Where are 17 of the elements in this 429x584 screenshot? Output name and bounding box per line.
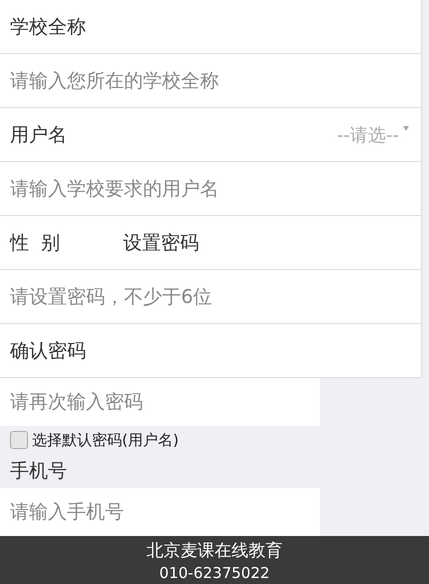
input-field[interactable]: 请输入手机号 — [0, 488, 320, 536]
field-label: 用户名 — [10, 122, 67, 148]
dropdown-select[interactable]: --请选-- — [337, 122, 409, 146]
field-label: 手机号 — [10, 459, 67, 484]
field-label: 设置密码 — [123, 230, 199, 256]
input-field[interactable]: 请输入学校要求的用户名 — [10, 178, 310, 200]
field-label: 确认密码 — [10, 338, 86, 364]
caret-icon — [403, 126, 409, 130]
checkbox-label: 选择默认密码(用户名) — [32, 430, 179, 450]
phone-number: 010-62375022 — [159, 564, 270, 582]
input-field[interactable]: 请设置密码，不少于6位 — [10, 286, 310, 308]
checkbox[interactable] — [10, 431, 28, 449]
company-name: 北京麦课在线教育 — [146, 540, 282, 562]
field-label: 性 别 — [10, 230, 62, 256]
input-field[interactable]: 请输入您所在的学校全称 — [10, 70, 310, 92]
field-label: 学校全称 — [10, 14, 86, 40]
input-field[interactable]: 请再次输入密码 — [0, 378, 320, 426]
